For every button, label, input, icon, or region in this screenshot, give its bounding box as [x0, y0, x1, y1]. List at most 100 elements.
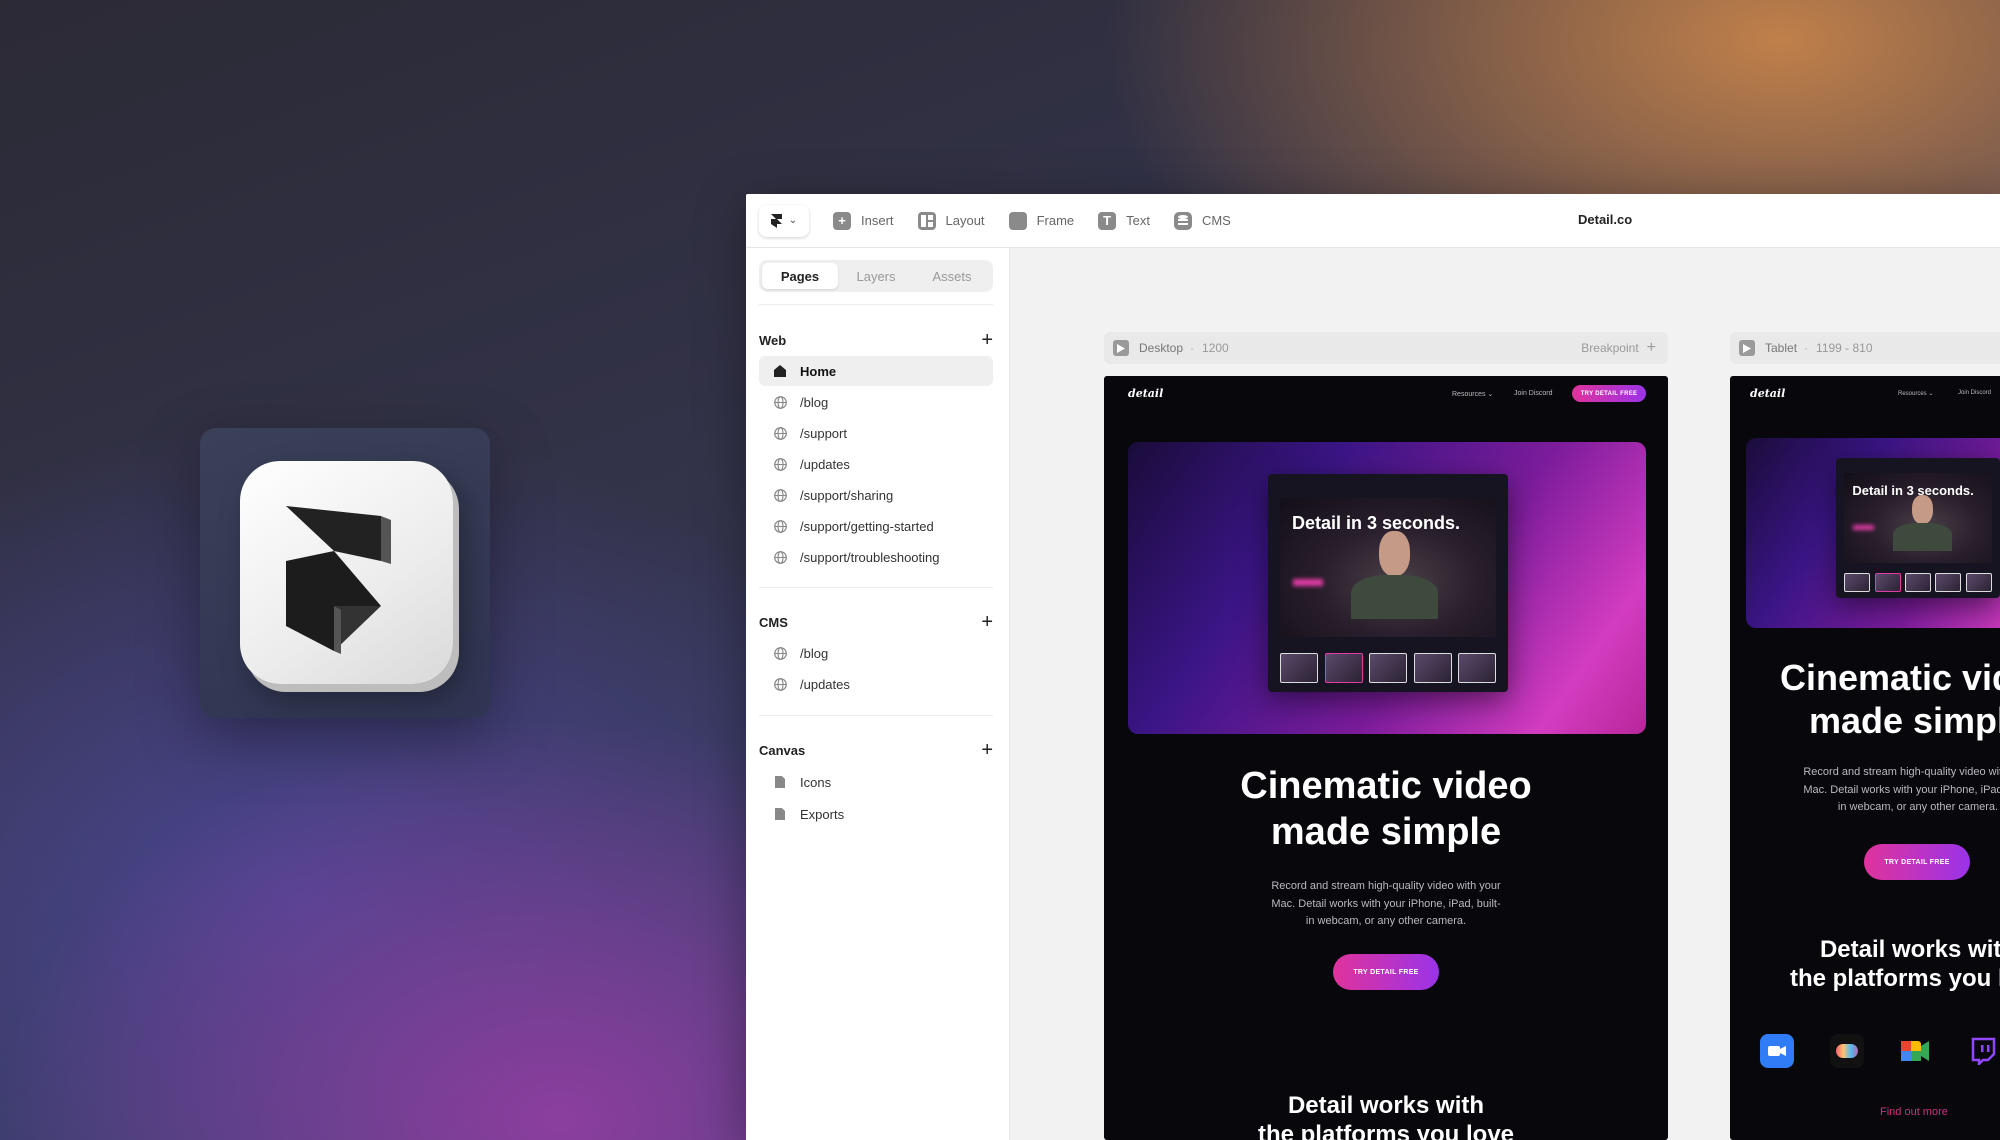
- add-cms-plus-icon[interactable]: +: [981, 612, 993, 632]
- dot-separator: ·: [1804, 341, 1809, 355]
- play-icon[interactable]: [1739, 340, 1755, 356]
- person-head: [1912, 494, 1933, 524]
- breakpoint-label: Breakpoint: [1581, 341, 1639, 355]
- person-body: [1351, 574, 1438, 620]
- scene-thumbnails: [1280, 652, 1497, 684]
- scene-thumb: [1369, 652, 1408, 684]
- meet-icon-colorful: [1830, 1034, 1864, 1068]
- hero-card: Detail in 3 seconds.: [1746, 438, 2000, 628]
- page-item-label: /support/sharing: [800, 487, 894, 503]
- scene-thumbnails: [1844, 572, 1992, 593]
- cms-item-updates[interactable]: /updates: [759, 669, 993, 699]
- insert-button[interactable]: + Insert: [833, 211, 894, 230]
- scene-thumb: [1844, 572, 1871, 593]
- hero-body-line3: in webcam, or any other camera.: [1305, 915, 1467, 928]
- tab-layers[interactable]: Layers: [838, 263, 914, 289]
- globe-icon: [773, 550, 787, 564]
- page-item-support[interactable]: /support: [759, 418, 993, 448]
- text-button[interactable]: T Text: [1098, 211, 1150, 230]
- tablet-label: Tablet: [1765, 341, 1798, 355]
- cms-item-label: /blog: [800, 645, 829, 661]
- canvas-item-icons[interactable]: Icons: [759, 767, 993, 797]
- scene-thumb: [1413, 652, 1452, 684]
- desktop-site-preview[interactable]: detail Resources ⌄ Join Discord TRY DETA…: [1104, 376, 1668, 1140]
- hero-card: Detail in 3 seconds.: [1128, 442, 1646, 734]
- section-web-title: Web: [759, 332, 787, 348]
- globe-icon: [773, 395, 787, 409]
- canvas-item-exports[interactable]: Exports: [759, 799, 993, 829]
- scene-thumb: [1458, 652, 1497, 684]
- hero-cta-button: TRY DETAIL FREE: [1864, 844, 1970, 880]
- hero-overlay-text: Detail in 3 seconds.: [1852, 483, 1974, 499]
- globe-icon: [773, 488, 787, 502]
- page-item-blog[interactable]: /blog: [759, 387, 993, 417]
- desktop-label: Desktop: [1139, 341, 1184, 355]
- site-nav-resources: Resources ⌄: [1898, 391, 1934, 397]
- hero-body: Record and stream high-quality video wit…: [1730, 764, 2000, 817]
- add-web-page-plus-icon[interactable]: +: [981, 330, 993, 350]
- site-logo: detail: [1750, 387, 1786, 400]
- hero-headline-line1: Cinematic video: [1240, 765, 1532, 807]
- page-item-label: /support/getting-started: [800, 518, 934, 534]
- hero-headline-line2: made simple: [1270, 810, 1502, 853]
- play-icon[interactable]: [1113, 340, 1129, 356]
- platforms-headline-line2: the platforms you love: [1789, 964, 2000, 992]
- add-canvas-plus-icon[interactable]: +: [981, 740, 993, 760]
- page-item-label: /support: [800, 425, 847, 441]
- page-item-support-troubleshooting[interactable]: /support/troubleshooting: [759, 542, 993, 572]
- page-item-home[interactable]: Home: [759, 356, 993, 386]
- globe-icon: [773, 457, 787, 471]
- hero-body-line2: Mac. Detail works with your iPhone, iPad…: [1803, 783, 2000, 796]
- page-item-support-sharing[interactable]: /support/sharing: [759, 480, 993, 510]
- desktop-frame-label[interactable]: Desktop · 1200 Breakpoint +: [1104, 332, 1668, 364]
- tab-pages[interactable]: Pages: [762, 263, 838, 289]
- scene-thumb: [1935, 572, 1962, 593]
- app-screenshot: Detail in 3 seconds.: [1268, 474, 1508, 692]
- cms-button[interactable]: CMS: [1173, 211, 1231, 230]
- twitch-icon: [1966, 1034, 2000, 1068]
- page-item-label: /updates: [800, 456, 850, 472]
- zoom-icon: [1760, 1034, 1794, 1068]
- app-screenshot: Detail in 3 seconds.: [1836, 458, 2000, 598]
- tab-assets[interactable]: Assets: [914, 263, 990, 289]
- hero-body: Record and stream high-quality video wit…: [1104, 878, 1668, 931]
- divider: [759, 587, 993, 588]
- layout-label: Layout: [945, 213, 985, 228]
- insert-label: Insert: [861, 213, 894, 228]
- sidebar-tabs: Pages Layers Assets: [759, 260, 993, 292]
- page-item-label: Home: [800, 363, 837, 379]
- google-meet-icon: [1898, 1034, 1932, 1068]
- site-nav: detail Resources ⌄ Join Discord TRY DETA…: [1104, 376, 1668, 412]
- scene-thumb: [1280, 652, 1319, 684]
- cms-item-blog[interactable]: /blog: [759, 638, 993, 668]
- person-head: [1379, 531, 1410, 577]
- chevron-down-icon: ⌄: [788, 215, 798, 226]
- dot-separator: ·: [1190, 341, 1195, 355]
- file-icon: [773, 807, 787, 821]
- section-canvas-header: Canvas +: [759, 740, 993, 760]
- layout-button[interactable]: Layout: [917, 211, 985, 230]
- page-item-label: /support/troubleshooting: [800, 549, 940, 565]
- page-item-label: /blog: [800, 394, 829, 410]
- tablet-frame-label[interactable]: Tablet · 1199 - 810: [1730, 332, 2000, 364]
- scene-thumb: [1324, 652, 1363, 684]
- platforms-headline: Detail works with the platforms you love: [1730, 936, 2000, 994]
- platforms-headline-line1: Detail works with: [1819, 936, 2000, 963]
- hero-body-line3: in webcam, or any other camera.: [1837, 801, 1999, 814]
- document-title: Detail.co: [1578, 212, 1633, 227]
- main-menu-button[interactable]: ⌄: [759, 204, 809, 237]
- tablet-site-preview[interactable]: detail Resources ⌄ Join Discord Detail i…: [1730, 376, 2000, 1140]
- add-breakpoint-button[interactable]: Breakpoint +: [1581, 339, 1656, 357]
- divider: [759, 304, 993, 305]
- frame-label: Frame: [1036, 213, 1075, 228]
- hero-body-line1: Record and stream high-quality video wit…: [1271, 880, 1501, 892]
- frame-button[interactable]: Frame: [1008, 211, 1075, 230]
- page-item-support-getting-started[interactable]: /support/getting-started: [759, 511, 993, 541]
- hero-cta-button: TRY DETAIL FREE: [1333, 954, 1439, 990]
- platforms-headline-line2: the platforms you love: [1257, 1120, 1515, 1140]
- person-body: [1892, 522, 1952, 552]
- framer-logo-icon: [240, 461, 453, 684]
- page-item-updates[interactable]: /updates: [759, 449, 993, 479]
- hero-body-line1: Record and stream high-quality video wit…: [1803, 766, 2000, 778]
- site-nav-discord: Join Discord: [1514, 390, 1553, 397]
